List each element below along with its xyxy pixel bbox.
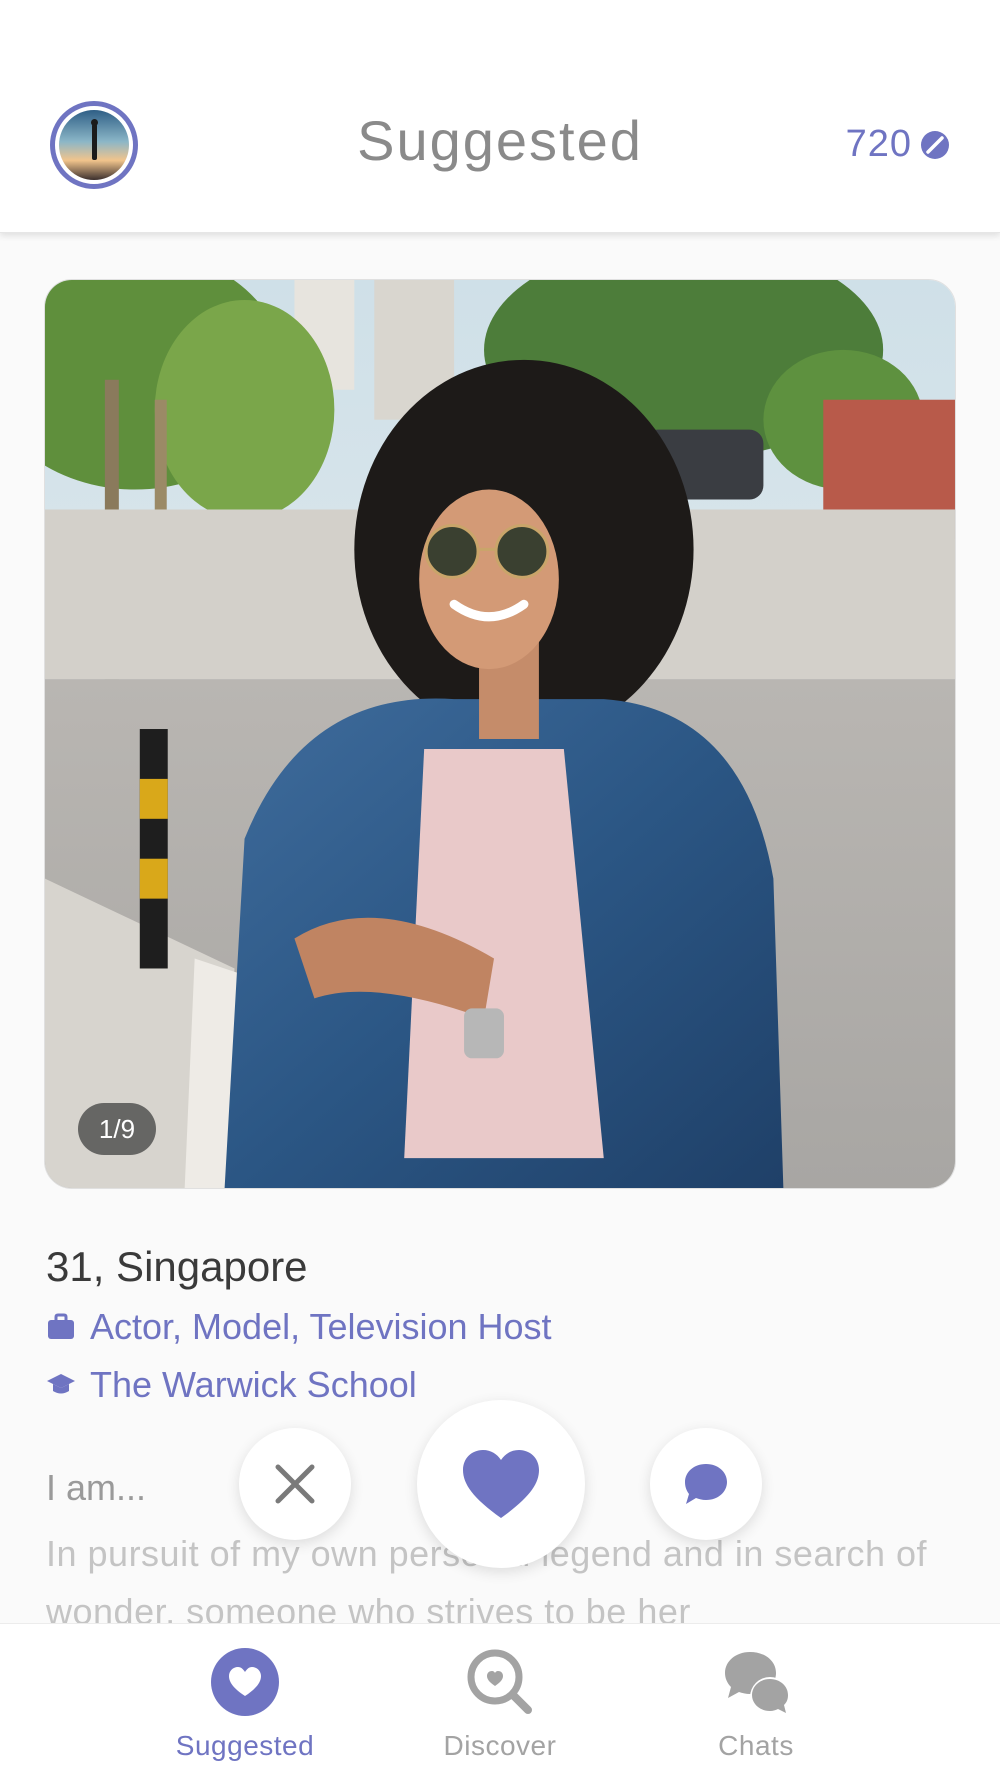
discover-icon [467, 1649, 532, 1714]
occupation-row: Actor, Model, Television Host [46, 1306, 552, 1348]
graduation-cap-icon [47, 1374, 75, 1394]
occupation-text: Actor, Model, Television Host [90, 1306, 552, 1347]
briefcase-icon [48, 1313, 74, 1339]
tab-label: Discover [443, 1730, 557, 1761]
profile-photo-image [45, 280, 955, 1188]
message-button[interactable] [650, 1428, 762, 1540]
bottom-tab-bar: Suggested Discover Chats [0, 1623, 1000, 1778]
profile-photo[interactable]: 1/9 [44, 279, 956, 1189]
close-icon [275, 1464, 315, 1504]
about-heading: I am... [46, 1467, 147, 1508]
like-button[interactable] [417, 1400, 585, 1568]
heart-icon [463, 1450, 539, 1518]
photo-counter: 1/9 [78, 1103, 156, 1155]
chats-icon [725, 1652, 790, 1717]
tab-label: Chats [718, 1730, 794, 1761]
tab-discover[interactable]: Discover [400, 1646, 600, 1762]
pass-button[interactable] [239, 1428, 351, 1540]
tab-chats[interactable]: Chats [656, 1646, 856, 1762]
heart-icon [211, 1648, 279, 1716]
top-bar: Suggested 720 [0, 0, 1000, 233]
chat-bubble-icon [685, 1464, 727, 1504]
school-text: The Warwick School [90, 1364, 417, 1405]
tab-suggested[interactable]: Suggested [145, 1646, 345, 1762]
coin-icon [921, 130, 949, 159]
age-location: 31, Singapore [46, 1243, 308, 1290]
school-row: The Warwick School [46, 1364, 417, 1406]
tab-label: Suggested [175, 1730, 315, 1761]
coin-balance[interactable]: 720 [846, 123, 950, 166]
coin-count: 720 [845, 123, 912, 165]
